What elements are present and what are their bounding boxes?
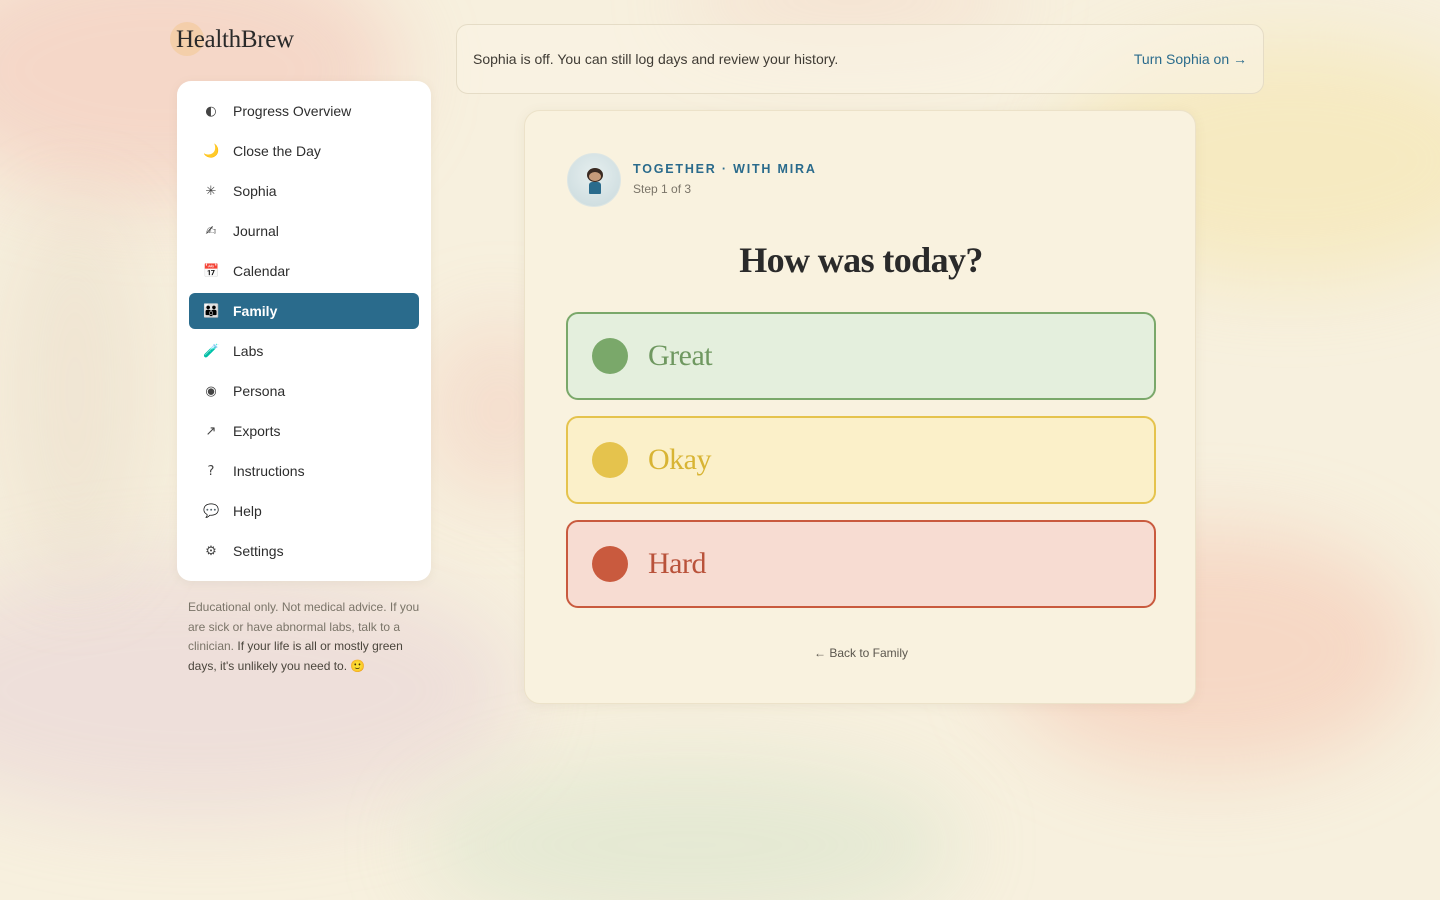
sidebar-item-label: Progress Overview <box>233 103 352 119</box>
family-icon: 👪 <box>203 303 220 319</box>
sidebar-item-progress-overview[interactable]: ◐ Progress Overview <box>189 93 419 129</box>
sidebar-item-label: Persona <box>233 383 286 399</box>
radio-dot-icon: ◉ <box>205 383 217 399</box>
half-circle-icon: ◐ <box>205 103 217 119</box>
test-tube-icon: 🧪 <box>203 343 220 359</box>
together-kicker: TOGETHER · WITH MIRA <box>633 162 817 176</box>
option-label: Okay <box>648 443 711 476</box>
medical-disclaimer: Educational only. Not medical advice. If… <box>188 598 424 676</box>
sidebar-item-sophia[interactable]: ✳ Sophia <box>189 173 419 209</box>
sidebar-item-label: Exports <box>233 423 281 439</box>
sidebar-item-instructions[interactable]: ? Instructions <box>189 453 419 489</box>
sidebar-item-label: Close the Day <box>233 143 321 159</box>
question-icon: ? <box>207 463 215 479</box>
page-title: How was today? <box>739 240 983 280</box>
sidebar-item-label: Calendar <box>233 263 290 279</box>
moon-icon: 🌙 <box>203 143 220 159</box>
mira-avatar <box>567 153 621 207</box>
checkin-card: TOGETHER · WITH MIRA Step 1 of 3 How was… <box>524 110 1196 704</box>
option-great-button[interactable]: Great <box>566 312 1156 400</box>
back-to-family-link[interactable]: ← Back to Family <box>525 646 1197 660</box>
sidebar-item-label: Help <box>233 503 262 519</box>
sidebar-item-label: Settings <box>233 543 284 559</box>
sidebar-item-label: Instructions <box>233 463 305 479</box>
sidebar-item-label: Family <box>233 303 278 319</box>
sidebar-item-persona[interactable]: ◉ Persona <box>189 373 419 409</box>
avatar-face <box>589 172 601 181</box>
option-okay-button[interactable]: Okay <box>566 416 1156 504</box>
green-dot-icon <box>592 338 628 374</box>
option-hard-button[interactable]: Hard <box>566 520 1156 608</box>
avatar-body <box>589 182 601 194</box>
sidebar-item-label: Sophia <box>233 183 277 199</box>
sidebar-item-labs[interactable]: 🧪 Labs <box>189 333 419 369</box>
gear-icon: ⚙ <box>205 543 217 559</box>
smile-emoji-icon: 🙂 <box>350 658 366 673</box>
sidebar-item-journal[interactable]: ✍ Journal <box>189 213 419 249</box>
sparkle-icon: ✳ <box>205 183 217 199</box>
sidebar-item-exports[interactable]: ↗ Exports <box>189 413 419 449</box>
red-dot-icon <box>592 546 628 582</box>
sidebar-item-calendar[interactable]: 📅 Calendar <box>189 253 419 289</box>
sidebar-item-family[interactable]: 👪 Family <box>189 293 419 329</box>
sidebar-item-label: Journal <box>233 223 279 239</box>
banner-message: Sophia is off. You can still log days an… <box>473 51 839 67</box>
sidebar-item-label: Labs <box>233 343 264 359</box>
sidebar-item-help[interactable]: 💬 Help <box>189 493 419 529</box>
app-logo[interactable]: HealthBrew <box>170 22 294 56</box>
step-indicator: Step 1 of 3 <box>633 182 692 196</box>
sophia-off-banner: Sophia is off. You can still log days an… <box>456 24 1264 94</box>
writing-hand-icon: ✍ <box>205 223 217 239</box>
sidebar-nav: ◐ Progress Overview 🌙 Close the Day ✳ So… <box>177 81 431 581</box>
speech-bubble-icon: 💬 <box>203 503 220 519</box>
calendar-icon: 📅 <box>203 263 220 279</box>
sidebar-item-close-the-day[interactable]: 🌙 Close the Day <box>189 133 419 169</box>
option-label: Hard <box>648 547 706 580</box>
yellow-dot-icon <box>592 442 628 478</box>
sidebar-item-settings[interactable]: ⚙ Settings <box>189 533 419 569</box>
turn-sophia-on-link[interactable]: Turn Sophia on → <box>1134 51 1247 67</box>
option-label: Great <box>648 339 713 372</box>
arrow-up-right-icon: ↗ <box>205 423 217 439</box>
